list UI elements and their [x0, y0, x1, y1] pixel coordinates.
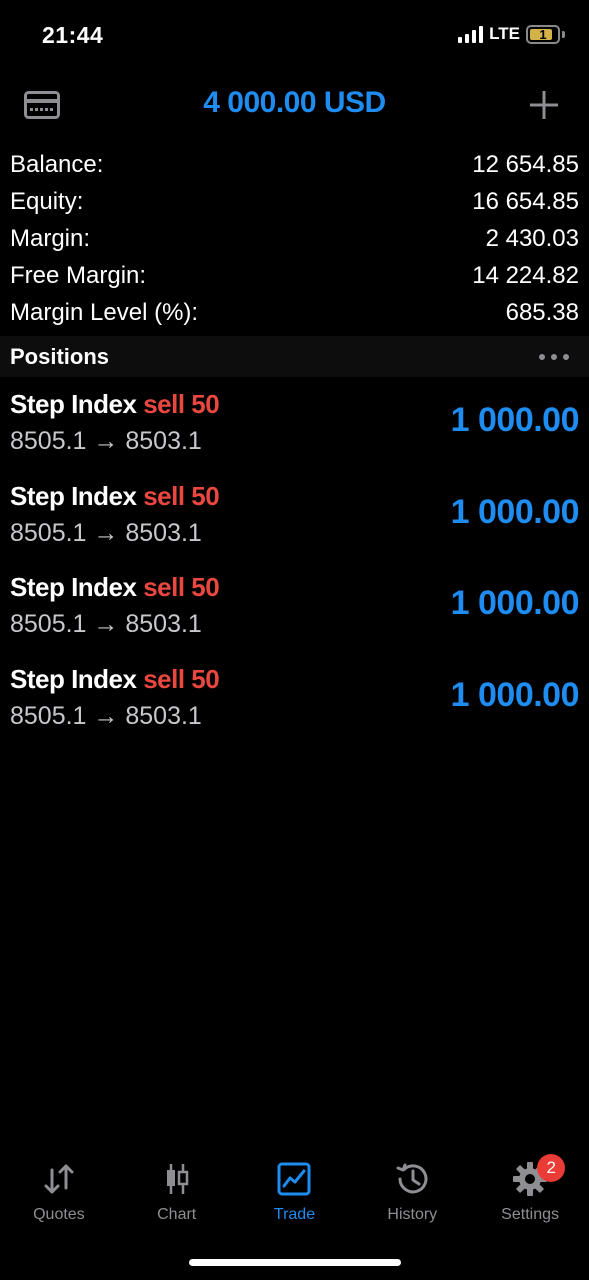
status-bar: 21:44 LTE 1: [0, 0, 589, 72]
summary-label: Margin:: [10, 224, 91, 252]
position-title: Step Index sell 50: [10, 389, 220, 420]
position-side: sell 50: [143, 663, 220, 694]
status-time: 21:44: [42, 22, 104, 48]
position-side: sell 50: [143, 572, 220, 602]
tab-settings[interactable]: Settings 2: [471, 1150, 589, 1240]
tab-label: Trade: [273, 1206, 316, 1223]
plus-icon[interactable]: [527, 88, 561, 122]
quotes-arrows-icon: [40, 1160, 78, 1198]
summary-value: 685.38: [505, 298, 579, 326]
battery-icon: 1: [526, 24, 560, 44]
history-clock-icon: [393, 1160, 431, 1198]
position-prices: 8505.1 → 8503.1: [10, 518, 202, 547]
tab-history[interactable]: History: [353, 1150, 471, 1240]
position-side: sell 50: [143, 389, 220, 419]
summary-label: Free Margin:: [10, 261, 147, 289]
tab-bar: Quotes Chart Trade History Settings 2: [0, 1150, 589, 1240]
summary-value: 12 654.85: [472, 150, 579, 178]
positions-title: Positions: [10, 343, 110, 369]
tab-quotes[interactable]: Quotes: [0, 1150, 118, 1240]
tab-label: Chart: [157, 1206, 197, 1223]
home-indicator[interactable]: [189, 1259, 401, 1266]
position-title: Step Index sell 50: [10, 480, 220, 512]
summary-row-margin-level: Margin Level (%): 685.38: [0, 294, 589, 331]
battery-level: 1: [539, 26, 547, 42]
tab-label: Quotes: [33, 1206, 85, 1223]
position-row[interactable]: Step Index sell 50 8505.1 → 8503.1 1 000…: [0, 477, 589, 569]
position-side: sell 50: [143, 480, 220, 511]
positions-header: Positions: [0, 336, 589, 377]
position-row[interactable]: Step Index sell 50 8505.1 → 8503.1 1 000…: [0, 385, 589, 477]
position-symbol: Step Index: [10, 480, 137, 511]
position-symbol: Step Index: [10, 389, 137, 419]
account-summary: Balance: 12 654.85 Equity: 16 654.85 Mar…: [0, 146, 589, 331]
position-prices: 8505.1 → 8503.1: [10, 701, 202, 730]
status-indicators: LTE 1: [458, 24, 565, 44]
position-prices: 8505.1 → 8503.1: [10, 610, 202, 638]
summary-label: Equity:: [10, 187, 84, 215]
summary-row-margin: Margin: 2 430.03: [0, 220, 589, 257]
notification-badge: 2: [537, 1154, 566, 1182]
candlestick-icon: [158, 1160, 196, 1198]
positions-list: Step Index sell 50 8505.1 → 8503.1 1 000…: [0, 385, 589, 751]
position-profit: 1 000.00: [450, 401, 580, 439]
summary-value: 16 654.85: [472, 187, 579, 215]
position-profit: 1 000.00: [450, 492, 580, 531]
network-type: LTE: [489, 24, 520, 43]
position-profit: 1 000.00: [450, 584, 580, 622]
position-prices: 8505.1 → 8503.1: [10, 427, 202, 455]
tab-chart[interactable]: Chart: [118, 1150, 236, 1240]
summary-label: Balance:: [10, 150, 104, 178]
position-row[interactable]: Step Index sell 50 8505.1 → 8503.1 1 000…: [0, 660, 589, 752]
position-symbol: Step Index: [10, 572, 137, 602]
position-title: Step Index sell 50: [10, 663, 220, 695]
trade-chart-icon: [275, 1160, 313, 1198]
position-profit: 1 000.00: [450, 675, 580, 714]
summary-label: Margin Level (%):: [10, 298, 199, 326]
summary-value: 14 224.82: [472, 261, 579, 289]
position-row[interactable]: Step Index sell 50 8505.1 → 8503.1 1 000…: [0, 568, 589, 660]
tab-label: Settings: [501, 1206, 559, 1223]
position-symbol: Step Index: [10, 663, 137, 694]
summary-row-free-margin: Free Margin: 14 224.82: [0, 257, 589, 294]
summary-row-equity: Equity: 16 654.85: [0, 183, 589, 220]
tab-label: History: [387, 1206, 438, 1223]
position-title: Step Index sell 50: [10, 572, 220, 603]
header: 4 000.00 USD: [0, 76, 589, 132]
summary-value: 2 430.03: [485, 224, 579, 252]
account-balance-title[interactable]: 4 000.00 USD: [0, 86, 589, 120]
signal-icon: [458, 25, 484, 43]
tab-trade[interactable]: Trade: [236, 1150, 354, 1240]
summary-row-balance: Balance: 12 654.85: [0, 146, 589, 183]
more-options-icon[interactable]: [539, 353, 569, 360]
